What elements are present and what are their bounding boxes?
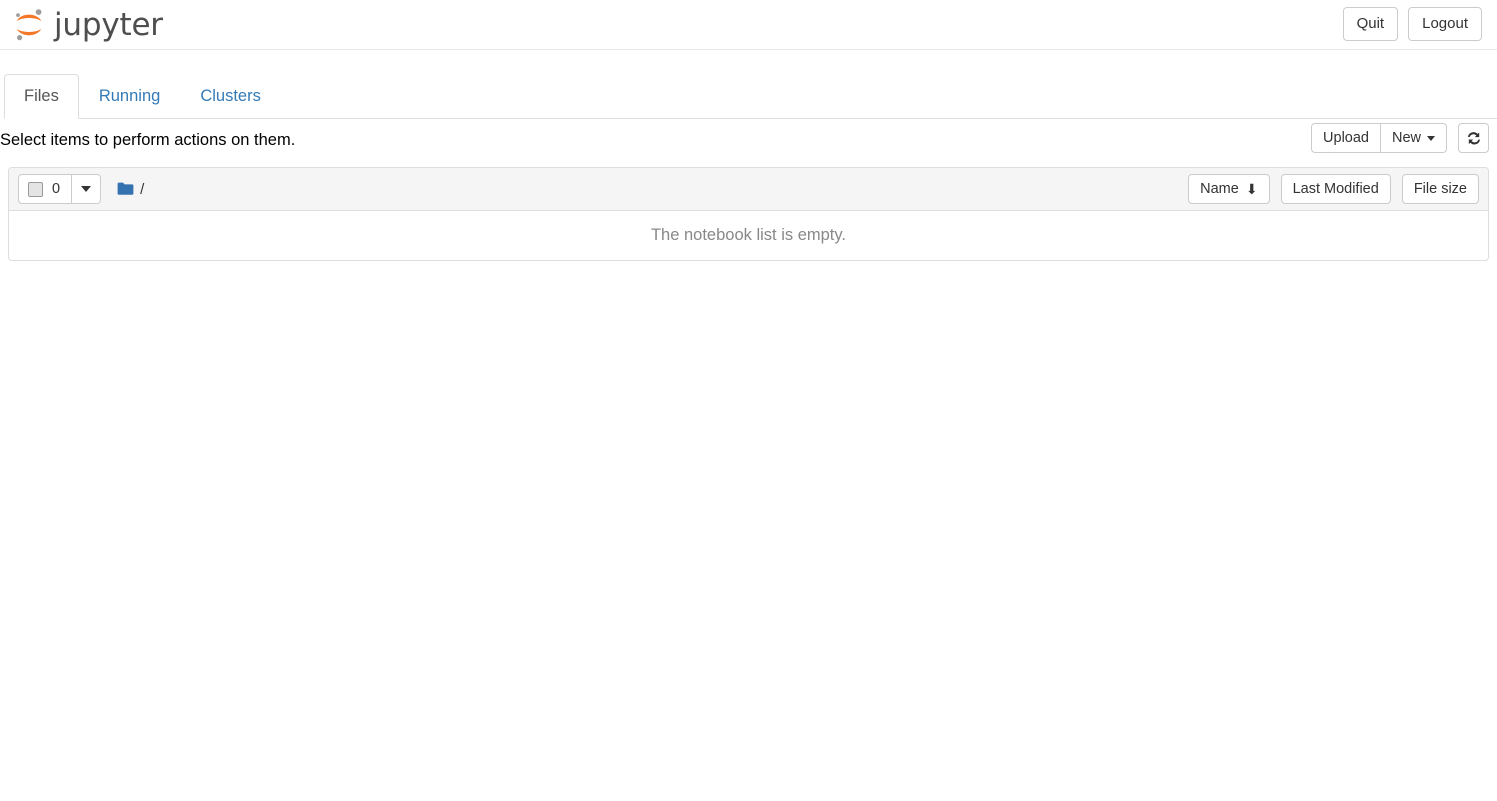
notebook-list-panel: 0 / Name ⬇ Last Modified File size The n… (8, 167, 1489, 262)
sort-by-last-modified-button[interactable]: Last Modified (1280, 174, 1391, 204)
select-all-dropdown-button[interactable] (72, 174, 102, 204)
tab-files-link[interactable]: Files (4, 73, 79, 119)
breadcrumb-root[interactable]: / (140, 181, 144, 198)
upload-button[interactable]: Upload (1311, 123, 1381, 153)
header-button-group: Quit Logout (1342, 7, 1482, 41)
dashboard-toolbar: Select items to perform actions on them.… (0, 119, 1497, 167)
tab-running-link[interactable]: Running (79, 74, 180, 119)
list-header-left-group: 0 / (18, 174, 144, 204)
caret-down-icon (81, 186, 92, 192)
folder-icon[interactable] (117, 182, 134, 196)
new-dropdown-button[interactable]: New (1379, 123, 1447, 153)
select-all-group: 0 (18, 174, 102, 204)
checkbox-unchecked-icon[interactable] (28, 181, 43, 197)
refresh-button[interactable] (1458, 123, 1489, 153)
select-all-checkbox-button[interactable]: 0 (18, 174, 73, 204)
sort-by-file-size-button[interactable]: File size (1401, 174, 1479, 204)
tab-bar: Files Running Clusters (4, 73, 1497, 119)
sort-by-name-button[interactable]: Name ⬇ (1188, 174, 1270, 204)
empty-list-message: The notebook list is empty. (650, 226, 847, 244)
caret-down-icon (1427, 135, 1435, 141)
site-header: jupyter Quit Logout (0, 0, 1497, 50)
tab-bar-wrapper: Files Running Clusters (0, 73, 1497, 119)
jupyter-logo-icon (10, 4, 50, 46)
sort-name-label: Name (1200, 181, 1239, 197)
brand-text: jupyter (54, 6, 163, 43)
tab-clusters[interactable]: Clusters (180, 74, 281, 119)
tab-running[interactable]: Running (79, 74, 180, 119)
breadcrumb: / (117, 181, 144, 198)
new-dropdown-label: New (1391, 129, 1421, 146)
tab-files[interactable]: Files (4, 73, 79, 119)
upload-new-group: Upload New (1311, 123, 1447, 153)
tab-clusters-link[interactable]: Clusters (180, 74, 281, 119)
quit-button[interactable]: Quit (1342, 7, 1399, 41)
selection-hint-text: Select items to perform actions on them. (0, 131, 296, 149)
refresh-icon (1466, 131, 1482, 146)
arrow-down-icon: ⬇ (1245, 181, 1258, 197)
selected-count: 0 (52, 181, 61, 197)
notebook-list-header: 0 / Name ⬇ Last Modified File size (9, 168, 1488, 211)
list-sort-group: Name ⬇ Last Modified File size (1188, 174, 1479, 204)
jupyter-logo-link[interactable]: jupyter (10, 2, 163, 48)
toolbar-action-group: Upload New (1311, 123, 1489, 153)
logout-button[interactable]: Logout (1408, 7, 1482, 41)
